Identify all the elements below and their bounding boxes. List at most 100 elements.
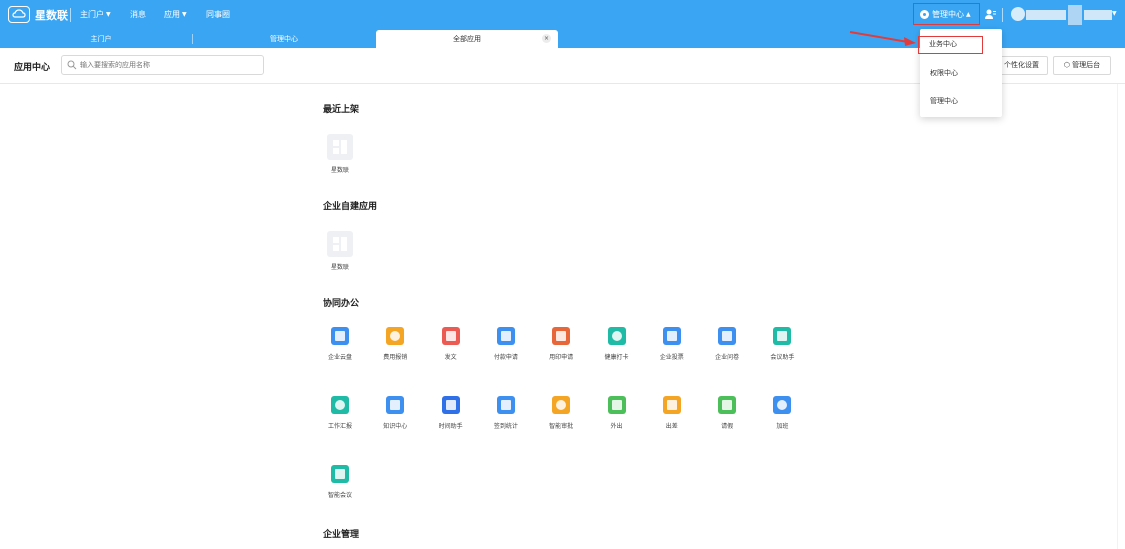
manage-center-button[interactable]: 管理中心 ▲ [913,3,980,25]
app-icon [386,327,405,345]
section-title-enterprise-management: 企业管理 [323,530,360,540]
section-title-recent: 最近上架 [323,105,360,115]
app-item[interactable]: 用印申请 [539,327,583,361]
divider [1002,8,1003,22]
app-icon [662,396,681,414]
app-item[interactable]: 健康打卡 [595,327,639,361]
manage-center-dropdown: 业务中心 权限中心 管理中心 [918,29,1002,117]
app-item[interactable]: 费用报销 [373,327,417,361]
app-label: 出差 [665,423,678,430]
divider [70,8,71,22]
cube-icon: ⬡ [1063,61,1073,69]
app-item[interactable]: 付款申请 [484,327,528,361]
user-switch-icon[interactable] [984,8,996,20]
tab-main-portal[interactable]: 主门户 [10,30,192,48]
app-icon [607,396,626,414]
app-icon [331,465,349,483]
app-label: 请假 [721,423,734,430]
red-arrow-annotation [849,31,916,46]
admin-backend-button[interactable]: ⬡ 管理后台 [1053,56,1111,75]
app-item[interactable]: 星数联 [318,231,362,271]
app-item[interactable]: 企业云盘 [318,327,362,361]
tab-all-apps[interactable]: 全部应用 × [376,30,558,48]
manage-center-label: 管理中心 [932,9,964,19]
brand-name: 星数联 [35,9,68,22]
app-icon [496,327,515,345]
app-icon [662,327,681,345]
app-item[interactable]: 加班 [760,396,804,430]
caret-down-icon[interactable]: ▼ [1112,10,1117,17]
top-bar: 星数联 主门户 ▼ 消息 应用 ▼ 同事圈 管理中心 ▲ ▼ [0,0,1125,30]
app-placeholder-icon [327,134,353,160]
tab-manage-center[interactable]: 管理中心 [193,30,375,48]
dropdown-item-manage-center[interactable]: 管理中心 [920,92,1002,110]
app-label: 智能审批 [549,423,574,430]
app-label: 签到统计 [493,423,518,430]
manage-center-icon [920,9,929,19]
app-item[interactable]: 知识中心 [373,396,417,430]
app-label: 企业云盘 [327,354,352,361]
app-item[interactable]: 会议助手 [760,327,804,361]
user-info-blurred [1068,5,1082,25]
dropdown-item-business-center[interactable]: 业务中心 [918,36,983,54]
app-icon [773,327,792,345]
app-label: 知识中心 [383,423,408,430]
caret-up-icon: ▲ [966,10,971,18]
close-icon[interactable]: × [542,34,551,43]
app-item[interactable]: 工作汇报 [318,396,362,430]
app-label: 企业投票 [659,354,684,361]
nav-apps[interactable]: 应用 ▼ [164,9,187,20]
app-label: 工作汇报 [327,423,352,430]
app-icon [773,396,792,414]
app-label: 发文 [444,354,457,361]
app-label: 会议助手 [770,354,795,361]
app-placeholder-icon [327,231,353,257]
app-label: 智能会议 [327,492,352,499]
app-icon [552,327,571,345]
app-item[interactable]: 智能会议 [318,465,362,499]
avatar[interactable] [1011,7,1025,21]
nav-messages[interactable]: 消息 [130,9,146,20]
app-icon [331,327,349,345]
cloud-logo-icon[interactable] [8,6,30,23]
section-title-collaboration: 协同办公 [323,299,360,309]
app-label: 外出 [610,423,623,430]
app-icon [718,396,737,414]
user-name-blurred [1026,10,1066,20]
app-item[interactable]: 时间助手 [429,396,473,430]
app-item[interactable]: 签到统计 [484,396,528,430]
page-title: 应用中心 [14,63,51,73]
app-label: 用印申请 [549,354,574,361]
app-icon [496,396,515,414]
app-icon [718,327,737,345]
app-label: 费用报销 [383,354,408,361]
app-item[interactable]: 外出 [595,396,639,430]
search-icon [67,60,77,70]
app-icon [386,396,405,414]
section-title-self-built: 企业自建应用 [323,202,378,212]
org-name-blurred [1084,10,1112,20]
app-label: 付款申请 [493,354,518,361]
app-item[interactable]: 星数联 [318,134,362,174]
app-item[interactable]: 出差 [650,396,694,430]
dropdown-item-permission-center[interactable]: 权限中心 [920,64,1002,82]
personalize-settings-button[interactable]: 个性化设置 [995,56,1048,75]
app-item[interactable]: 发文 [429,327,473,361]
app-icon [607,327,626,345]
app-item[interactable]: 智能审批 [539,396,583,430]
app-item[interactable]: 企业投票 [650,327,694,361]
scrollbar-track[interactable] [1117,84,1118,549]
app-icon [552,396,571,414]
search-input[interactable] [61,55,264,75]
app-label: 加班 [776,423,789,430]
nav-main-portal[interactable]: 主门户 ▼ [80,9,111,20]
app-label: 时间助手 [438,423,463,430]
app-icon [441,396,460,414]
app-label: 企业问卷 [715,354,740,361]
caret-down-icon: ▼ [106,11,111,18]
nav-colleague-circle[interactable]: 同事圈 [206,9,230,20]
caret-down-icon: ▼ [182,11,187,18]
app-label: 健康打卡 [604,354,629,361]
app-item[interactable]: 企业问卷 [705,327,749,361]
app-item[interactable]: 请假 [705,396,749,430]
